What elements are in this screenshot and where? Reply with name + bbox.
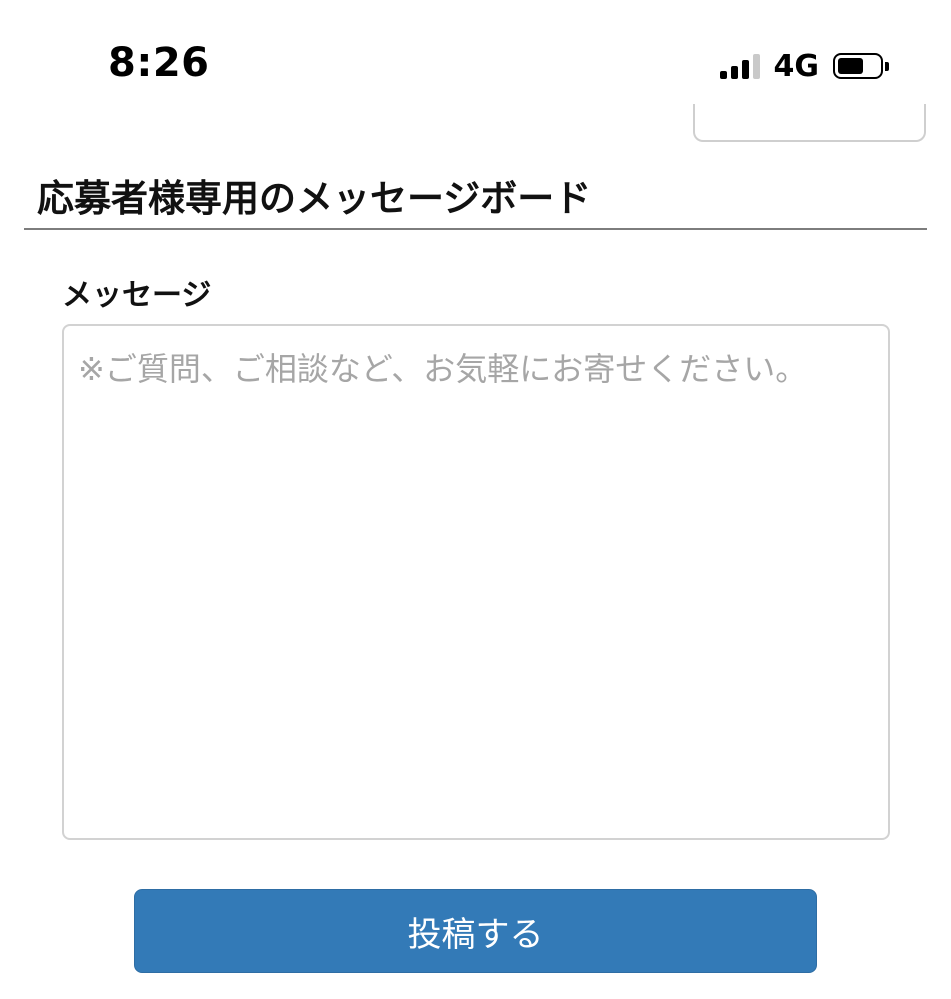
page-title: 応募者様専用のメッセージボード [37,177,592,220]
signal-bar [752,54,760,79]
battery-shell [833,53,883,79]
screen: 8:26 4G 応募者様専用のメッセージボード メッセージ 投稿する [0,0,951,999]
message-textarea[interactable] [62,324,890,840]
status-time: 8:26 [108,40,210,86]
status-bar: 8:26 4G [0,0,951,110]
network-type: 4G [773,48,820,84]
title-divider [24,228,927,230]
submit-button[interactable]: 投稿する [134,889,817,973]
message-label: メッセージ [62,278,212,313]
signal-bar [719,71,727,79]
battery-icon [833,52,889,80]
signal-bar [741,60,749,79]
cellular-signal-icon [719,53,760,79]
partial-box-top[interactable] [693,104,926,142]
signal-bar [730,66,738,79]
status-indicators: 4G [719,46,889,86]
battery-fill [838,58,863,74]
battery-cap [885,61,889,71]
